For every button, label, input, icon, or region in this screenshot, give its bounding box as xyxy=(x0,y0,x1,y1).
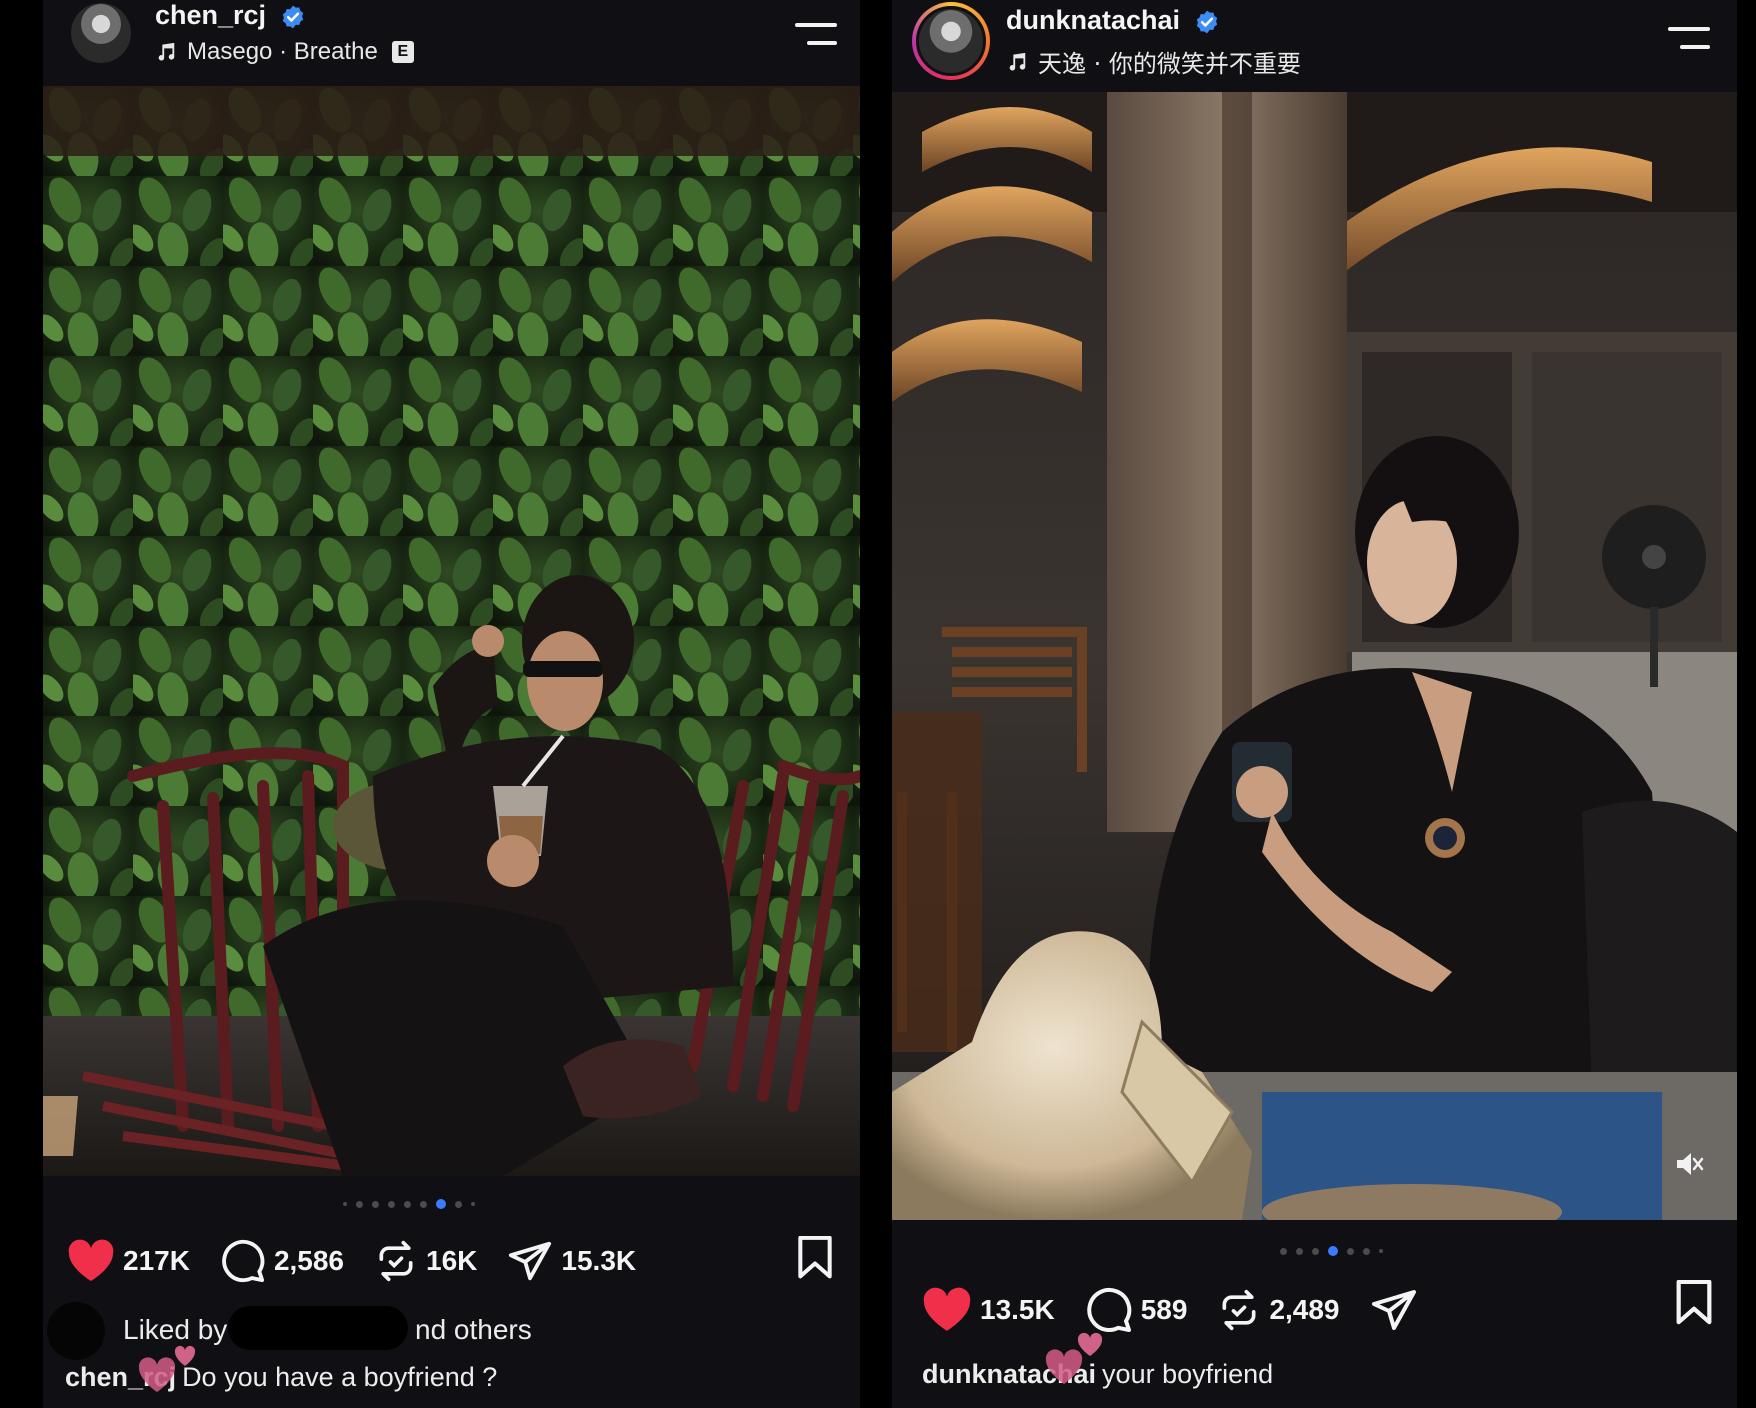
username[interactable]: chen_rcj xyxy=(155,0,266,30)
verified-badge-icon xyxy=(1196,10,1217,34)
comment-button[interactable]: 2,586 xyxy=(220,1238,344,1284)
hearts-sticker xyxy=(138,1345,196,1392)
post-header: dunknatachai 天逸 · 你的微笑并不重要 xyxy=(892,0,1737,86)
avatar[interactable] xyxy=(912,2,990,80)
menu-icon[interactable] xyxy=(795,22,837,46)
liked-by-suffix: nd others xyxy=(415,1314,532,1345)
share-icon xyxy=(509,1241,552,1281)
caption-text: Do you have a boyfriend ? xyxy=(182,1362,498,1392)
repost-count: 16K xyxy=(426,1245,478,1276)
music-row[interactable]: 天逸 · 你的微笑并不重要 xyxy=(1006,44,1301,79)
repost-icon xyxy=(1222,1289,1256,1331)
music-artist: 天逸 xyxy=(1038,50,1086,78)
comment-count: 2,586 xyxy=(273,1245,345,1276)
heart-icon xyxy=(923,1287,971,1331)
bookmark-icon[interactable] xyxy=(795,1236,835,1280)
share-button[interactable]: 15.3K xyxy=(507,1238,636,1284)
verified-badge-icon xyxy=(282,5,303,29)
music-note-icon xyxy=(1009,52,1026,71)
carousel-dots xyxy=(1280,1246,1383,1256)
repost-button[interactable]: 16K xyxy=(374,1239,477,1283)
share-icon xyxy=(1371,1290,1416,1330)
music-title: 你的微笑并不重要 xyxy=(1108,50,1301,78)
avatar[interactable] xyxy=(71,3,131,63)
share-count: 15.3K xyxy=(561,1245,637,1276)
repost-icon xyxy=(379,1240,413,1282)
music-separator: · xyxy=(1093,50,1102,78)
music-note-icon xyxy=(158,42,175,61)
caption-text: your boyfriend xyxy=(1102,1359,1274,1389)
liked-by-avatar[interactable] xyxy=(47,1302,105,1360)
like-count: 217K xyxy=(123,1245,190,1276)
bookmark-icon[interactable] xyxy=(1674,1280,1714,1326)
like-button[interactable]: 13.5K xyxy=(922,1287,1055,1333)
music-row[interactable]: Masego · Breathe E xyxy=(155,38,414,66)
explicit-badge: E xyxy=(391,41,414,63)
repost-count: 2,489 xyxy=(1269,1294,1340,1325)
repost-button[interactable]: 2,489 xyxy=(1217,1288,1340,1332)
post-photo[interactable] xyxy=(892,92,1737,1220)
post-photo[interactable] xyxy=(43,86,860,1176)
music-separator: · xyxy=(279,38,288,65)
username[interactable]: dunknatachai xyxy=(1006,5,1180,35)
post-header: chen_rcj Masego · Breathe E xyxy=(43,0,860,86)
username-row[interactable]: chen_rcj xyxy=(155,0,306,31)
like-count: 13.5K xyxy=(980,1294,1055,1325)
like-button[interactable]: 217K xyxy=(67,1239,190,1283)
menu-icon[interactable] xyxy=(1668,26,1710,50)
comment-icon xyxy=(222,1239,265,1283)
music-title: Breathe xyxy=(293,38,378,65)
action-bar: 217K 2,586 16K 15.3K xyxy=(67,1238,666,1284)
action-bar: 13.5K 589 2,489 xyxy=(922,1286,1448,1334)
music-artist: Masego xyxy=(187,38,273,65)
post-card-left: chen_rcj Masego · Breathe E 217K 2,586 1… xyxy=(43,0,860,1408)
share-button[interactable] xyxy=(1370,1286,1418,1334)
heart-icon xyxy=(68,1239,114,1281)
comment-count: 589 xyxy=(1140,1294,1188,1325)
hearts-sticker xyxy=(1045,1332,1103,1384)
username-row[interactable]: dunknatachai xyxy=(1006,5,1220,36)
post-card-right: dunknatachai 天逸 · 你的微笑并不重要 13.5K 589 2,4… xyxy=(892,0,1737,1408)
caption: chen_rcj Do you have a boyfriend ? xyxy=(65,1362,497,1393)
redaction-box xyxy=(228,1306,408,1350)
carousel-dots xyxy=(343,1199,475,1209)
